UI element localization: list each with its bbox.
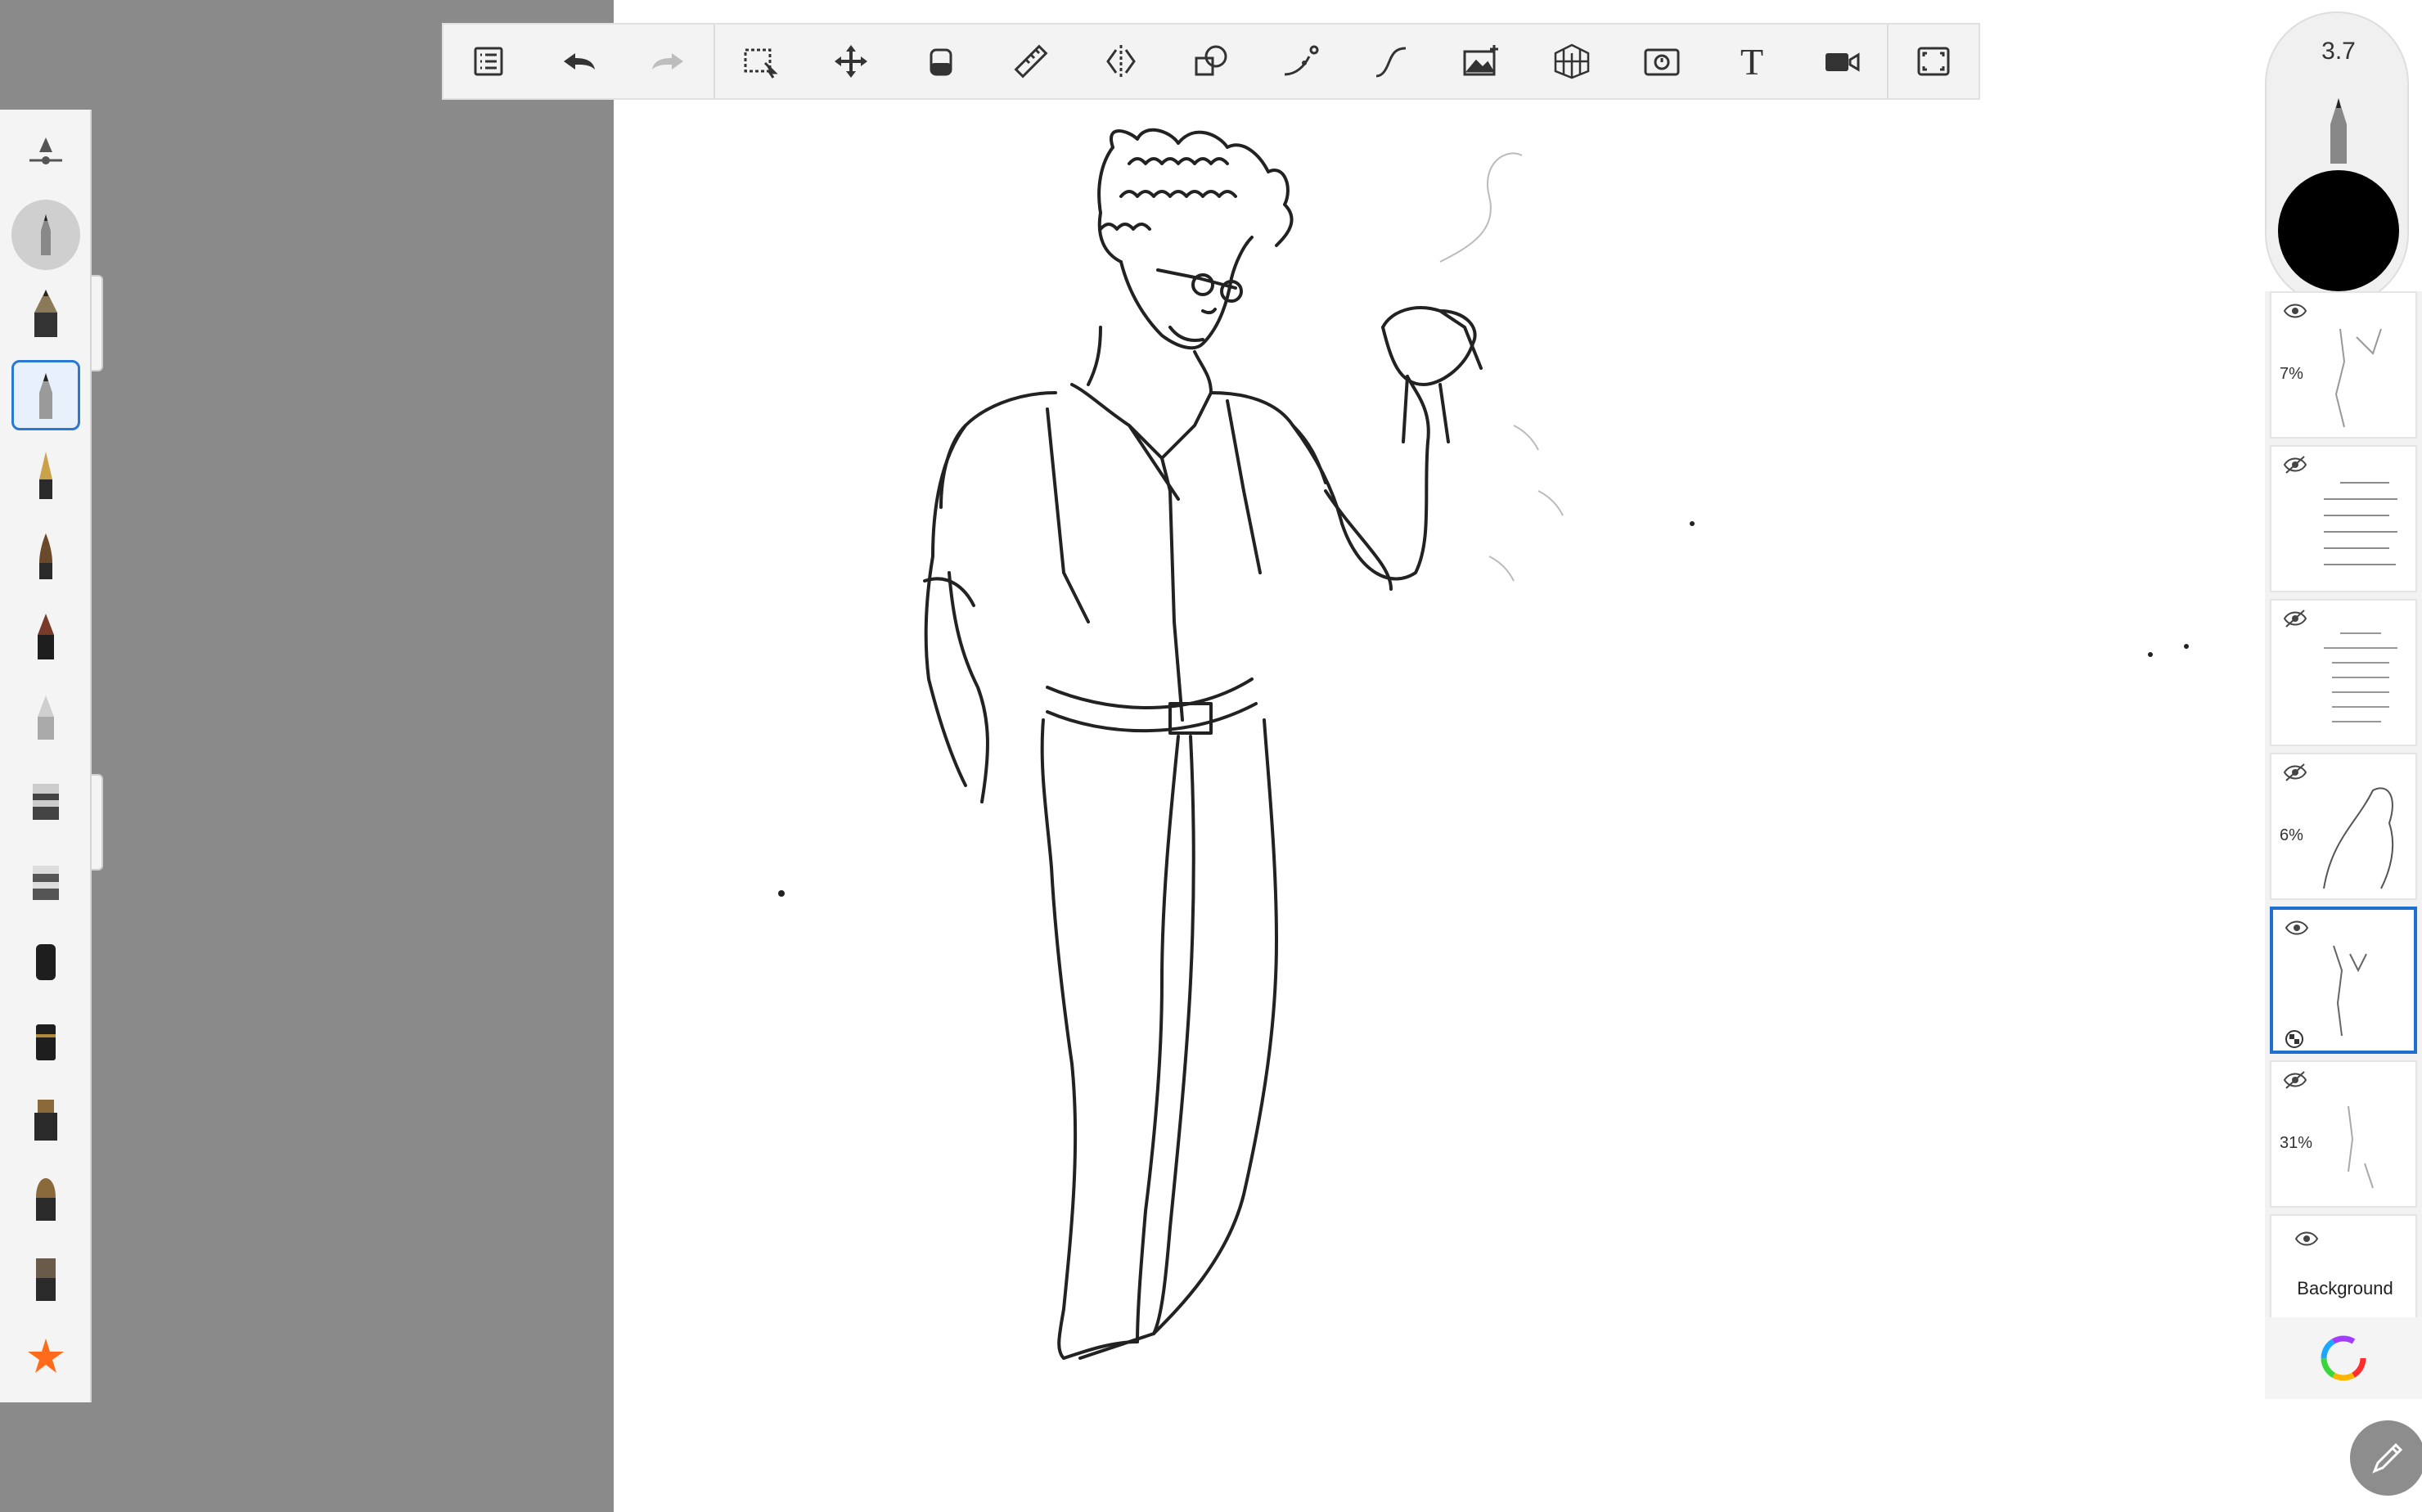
palette-drag-handle-bottom[interactable] [92,774,103,871]
pencil-icon [2372,1442,2403,1474]
marker-icon[interactable] [11,601,80,671]
favorites-star-icon[interactable] [11,1321,80,1391]
layers-panel: 7% 6% 31% Background [2265,291,2422,1391]
curve-icon[interactable] [1256,25,1346,98]
airbrush-icon[interactable] [11,681,80,751]
layer-thumbnail[interactable]: 31% [2270,1060,2417,1208]
hidden-eye-icon[interactable] [2283,609,2307,628]
layer-preview [2334,328,2382,428]
chisel-marker-icon[interactable] [11,761,80,831]
paint-tube-icon[interactable] [11,1082,80,1152]
layer-opacity: 6% [2280,826,2303,844]
layer-opacity: 7% [2280,365,2303,383]
symmetry-icon[interactable] [1076,25,1166,98]
layer-thumbnail[interactable] [2270,445,2417,592]
paint-brush-icon[interactable] [11,520,80,591]
selected-brush-preview-icon[interactable] [11,200,80,270]
layer-thumbnail[interactable]: 6% [2270,753,2417,900]
main-toolbar: T [442,23,1980,100]
shapes-icon[interactable] [1166,25,1256,98]
selection-icon[interactable] [715,25,805,98]
layer-thumbnail[interactable]: 7% [2270,291,2417,439]
fullscreen-icon[interactable] [1889,25,1979,98]
perspective-grid-icon[interactable] [1526,25,1616,98]
visible-eye-icon[interactable] [2285,918,2309,938]
time-lapse-icon[interactable] [1617,25,1707,98]
bullet-marker-icon[interactable] [11,1001,80,1072]
inking-pen-icon[interactable] [11,278,80,349]
pencil-tool-button[interactable] [2350,1420,2422,1496]
palette-drag-handle-top[interactable] [92,275,103,371]
visible-eye-icon[interactable] [2294,1229,2319,1249]
ruler-icon[interactable] [986,25,1076,98]
current-brush-icon [2330,98,2347,164]
wide-brush-icon[interactable] [11,1242,80,1312]
visible-eye-icon[interactable] [2283,301,2307,321]
layer-preview [2333,945,2367,1037]
fountain-pen-icon[interactable] [11,440,80,511]
layers-list-icon[interactable] [443,25,533,98]
brush-size-value[interactable]: 3.7 [2267,38,2411,65]
redo-icon[interactable] [624,25,714,98]
flat-brush-icon[interactable] [11,1162,80,1232]
brush-palette [0,110,92,1402]
felt-tip-icon[interactable] [11,921,80,992]
transform-move-icon[interactable] [805,25,895,98]
layer-preview [2324,632,2397,722]
layer-preview [2323,787,2394,889]
color-wheel-button[interactable] [2265,1317,2422,1399]
brush-puck[interactable]: 3.7 [2265,11,2409,306]
hidden-eye-icon[interactable] [2283,1070,2307,1090]
hidden-eye-icon[interactable] [2283,763,2307,782]
brush-settings-slider-icon[interactable] [11,119,80,190]
layer-thumbnail[interactable] [2270,599,2417,746]
layer-preview [2348,1105,2374,1189]
text-tool-glyph: T [1740,42,1763,81]
layer-preview [2324,482,2397,565]
pencil-brush-icon[interactable] [11,360,80,430]
alpha-lock-icon[interactable] [2285,1029,2304,1049]
current-color-swatch[interactable] [2278,170,2399,291]
layer-thumbnail-active[interactable] [2270,907,2417,1054]
hidden-eye-icon[interactable] [2283,455,2307,475]
background-layer-label: Background [2297,1278,2393,1298]
stroke-icon[interactable] [1346,25,1436,98]
text-icon[interactable]: T [1707,25,1797,98]
fill-bucket-icon[interactable] [896,25,986,98]
add-image-icon[interactable] [1436,25,1526,98]
wide-marker-icon[interactable] [11,841,80,911]
color-wheel-icon [2321,1335,2366,1381]
video-camera-icon[interactable] [1797,25,1887,98]
undo-icon[interactable] [533,25,624,98]
sketch-artwork [778,128,2189,1360]
